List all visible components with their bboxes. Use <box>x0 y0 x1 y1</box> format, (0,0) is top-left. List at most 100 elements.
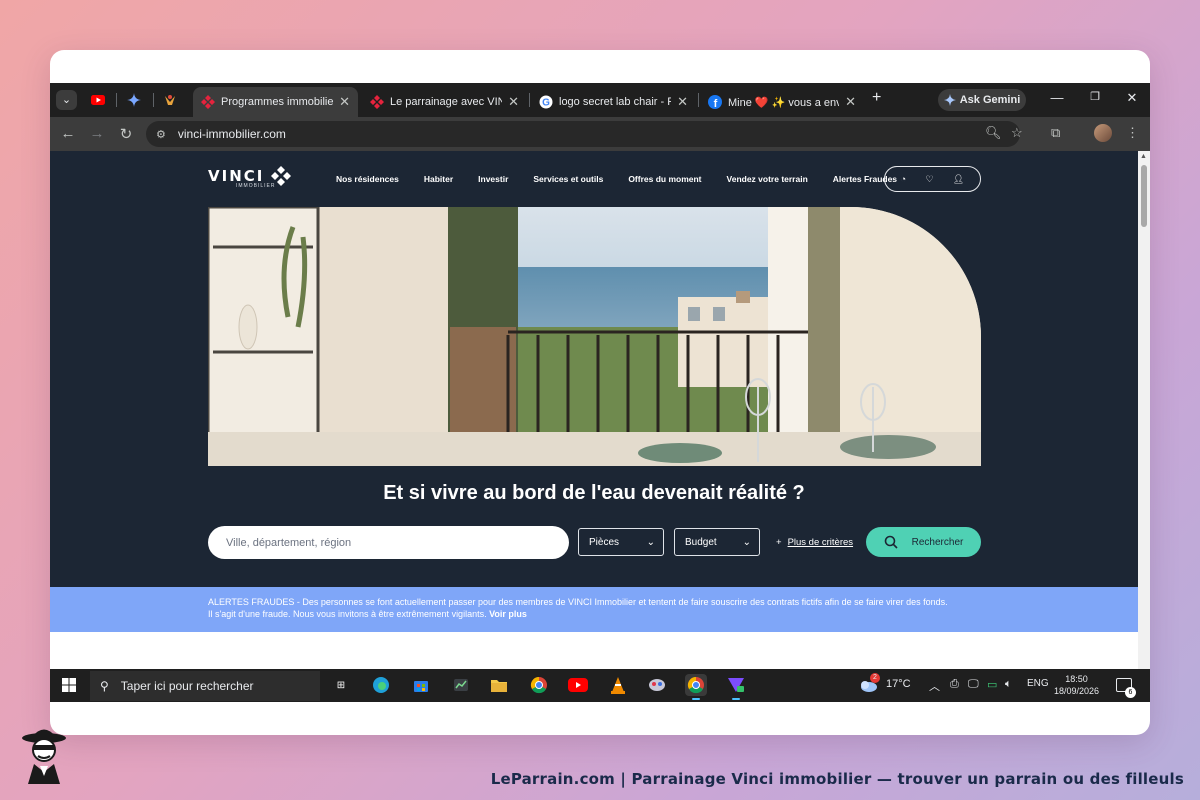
search-button[interactable]: Rechercher <box>866 527 981 557</box>
youtube-icon[interactable] <box>567 674 589 696</box>
web-page: VINCI IMMOBILIER Nos résidences Habiter … <box>50 151 1138 702</box>
taskbar-search-box[interactable]: ⚲ Taper ici pour rechercher <box>90 671 320 701</box>
back-icon[interactable]: ← <box>59 125 77 142</box>
meet-now-icon[interactable]: ⎙ <box>950 678 959 691</box>
volume-icon[interactable]: 🔈︎ <box>1005 678 1012 691</box>
stocks-app-icon[interactable] <box>450 674 472 696</box>
close-window-icon[interactable]: ✕ <box>1122 90 1142 106</box>
close-tab-icon[interactable]: ✕ <box>677 94 688 110</box>
ask-gemini-label: Ask Gemini <box>959 94 1021 106</box>
ask-gemini-button[interactable]: Ask Gemini <box>938 89 1026 111</box>
close-tab-icon[interactable]: ✕ <box>845 94 856 110</box>
hero-title: Et si vivre au bord de l'eau devenait ré… <box>383 482 805 504</box>
nav-item-residences[interactable]: Nos résidences <box>336 174 399 184</box>
store-icon[interactable] <box>410 674 432 696</box>
tab-title: Mine ❤️ ✨ vous a envoyé <box>728 96 840 109</box>
nav-item-terrain[interactable]: Vendez votre terrain <box>727 174 808 184</box>
search-button-label: Rechercher <box>911 536 964 548</box>
tab-vinci-parrainage[interactable]: Le parrainage avec VINCI I ✕ <box>362 87 527 117</box>
new-tab-button[interactable]: + <box>872 89 881 107</box>
ai-app-icon[interactable] <box>646 674 668 696</box>
scroll-up-arrow-icon[interactable]: ▲ <box>1140 153 1147 160</box>
tab-separator <box>116 93 117 107</box>
chrome-icon[interactable] <box>528 674 550 696</box>
youtube-icon <box>91 95 105 105</box>
vlc-icon[interactable] <box>607 674 629 696</box>
alert-see-more-link[interactable]: Voir plus <box>489 609 527 619</box>
pieces-select[interactable]: Pièces ⌄ <box>578 528 664 556</box>
bookmark-star-icon[interactable]: ☆ <box>1011 125 1023 141</box>
restore-icon[interactable]: ❐ <box>1085 90 1105 103</box>
show-hidden-icons-chevron-icon[interactable]: ︿ <box>929 678 940 694</box>
gemini-icon <box>943 94 956 106</box>
nav-item-offres[interactable]: Offres du moment <box>628 174 701 184</box>
vinci-logo[interactable]: VINCI IMMOBILIER <box>208 166 291 189</box>
page-scrollbar[interactable]: ▲ ▼ <box>1138 151 1150 702</box>
forward-icon[interactable]: → <box>88 125 106 142</box>
search-icon: ⚲ <box>100 679 109 693</box>
windows-start-icon[interactable] <box>62 678 76 692</box>
location-search-input[interactable] <box>208 526 569 559</box>
tab-facebook[interactable]: f Mine ❤️ ✨ vous a envoyé ✕ <box>700 87 864 117</box>
main-nav: Nos résidences Habiter Investir Services… <box>336 174 922 184</box>
close-tab-icon[interactable]: ✕ <box>339 94 350 110</box>
edge-icon[interactable] <box>370 674 392 696</box>
battery-icon[interactable]: ▭ <box>987 678 997 691</box>
vpn-app-icon[interactable] <box>725 674 747 700</box>
clock-date: 18/09/2026 <box>1054 686 1100 696</box>
pinned-tab-gemini[interactable] <box>125 91 143 109</box>
more-menu-icon[interactable]: ⋮ <box>1126 125 1139 141</box>
chevron-down-icon: ⌄ <box>742 536 751 548</box>
vinci-logo-mark-icon <box>271 166 291 186</box>
pieces-select-label: Pièces <box>589 536 620 548</box>
reload-icon[interactable]: ↻ <box>117 125 135 143</box>
compare-icon[interactable]: ◔ <box>901 174 906 184</box>
bird-icon <box>165 95 175 105</box>
zoom-icon[interactable]: 🔍︎ <box>985 125 1002 141</box>
pinned-tab-bird[interactable] <box>161 91 179 109</box>
clock-time: 18:50 <box>1065 674 1088 684</box>
alert-line-2: Il s'agit d'une fraude. Nous vous invito… <box>208 609 487 619</box>
scrollbar-thumb[interactable] <box>1141 165 1147 227</box>
running-indicator <box>692 698 700 700</box>
account-icon[interactable]: 👤︎ <box>953 174 964 185</box>
url-text: vinci-immobilier.com <box>177 127 286 141</box>
screenshot-card: ⌄ Programmes immobiliers d ✕ Le parraina… <box>50 50 1150 735</box>
windows-taskbar: ⚲ Taper ici pour rechercher ⊞ 2 17°C ︿ ⎙… <box>50 669 1150 702</box>
header-actions: ◔ ♡ 👤︎ <box>884 166 981 192</box>
favorites-heart-icon[interactable]: ♡ <box>925 174 933 185</box>
nav-item-services[interactable]: Services et outils <box>533 174 603 184</box>
tab-separator <box>529 93 530 107</box>
budget-select[interactable]: Budget ⌄ <box>674 528 760 556</box>
task-view-icon[interactable]: ⊞ <box>330 674 352 696</box>
minimize-icon[interactable]: — <box>1047 90 1067 105</box>
svg-text:f: f <box>714 98 718 109</box>
close-tab-icon[interactable]: ✕ <box>508 94 519 110</box>
notification-count-badge: 6 <box>1125 687 1136 698</box>
fraud-alert-banner: ALERTES FRAUDES - Des personnes se font … <box>50 587 1138 632</box>
svg-text:G: G <box>542 98 550 109</box>
tab-vinci-programmes[interactable]: Programmes immobiliers d ✕ <box>193 87 358 117</box>
profile-avatar[interactable] <box>1094 124 1112 142</box>
page-caption: LeParrain.com | Parrainage Vinci immobil… <box>490 770 1184 788</box>
site-settings-icon[interactable]: ⚙ <box>156 128 166 141</box>
address-bar[interactable]: ⚙ vinci-immobilier.com <box>146 121 1020 147</box>
file-explorer-icon[interactable] <box>488 674 510 696</box>
network-icon[interactable]: 🖵︎ <box>968 678 979 691</box>
system-clock[interactable]: 18:50 18/09/2026 <box>1054 673 1099 697</box>
tab-title: Le parrainage avec VINCI I <box>390 96 503 108</box>
language-indicator[interactable]: ENG <box>1027 678 1049 689</box>
nav-item-habiter[interactable]: Habiter <box>424 174 453 184</box>
browser-toolbar: ← → ↻ ⚙ vinci-immobilier.com 🔍︎ ☆ ⧉ ⋮ <box>50 117 1150 151</box>
pinned-tab-youtube[interactable] <box>89 91 107 109</box>
tab-google-search[interactable]: G logo secret lab chair - Rech ✕ <box>531 87 696 117</box>
tab-search-button[interactable]: ⌄ <box>56 90 77 110</box>
weather-alert-badge: 2 <box>870 673 880 683</box>
extensions-icon[interactable]: ⧉ <box>1051 125 1060 141</box>
more-criteria-link[interactable]: + Plus de critères <box>776 537 853 548</box>
leparrain-mascot-logo <box>22 729 66 784</box>
nav-item-investir[interactable]: Investir <box>478 174 508 184</box>
chrome-running-icon[interactable] <box>685 674 707 700</box>
facebook-icon: f <box>708 95 722 109</box>
sea-view-window-illustration <box>208 207 981 466</box>
